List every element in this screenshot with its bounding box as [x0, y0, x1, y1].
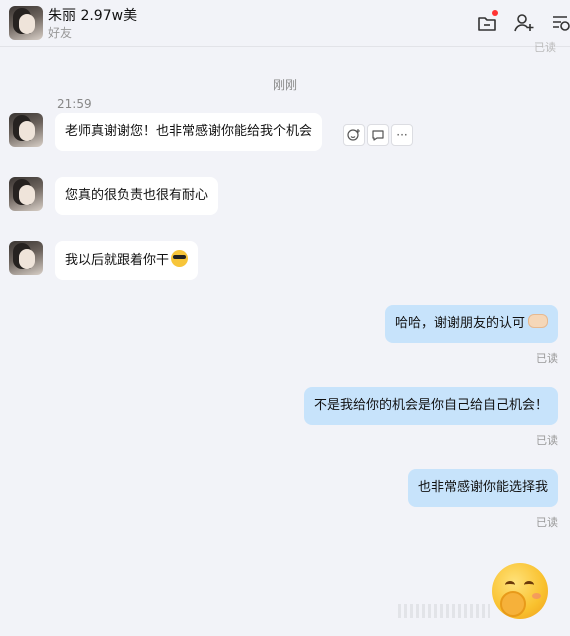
shy-emoji-sticker-icon[interactable] [492, 563, 548, 619]
outgoing-message[interactable]: 不是我给你的机会是你自己给自己机会！ [303, 387, 558, 425]
chat-header: 朱丽 2.97w美 好友 已读 [0, 0, 570, 54]
message-text: 我以后就跟着你干 [65, 253, 170, 268]
add-friend-icon[interactable] [513, 12, 535, 34]
message-actions: ··· [343, 124, 415, 146]
contact-avatar[interactable] [9, 6, 43, 40]
incoming-message[interactable]: 您真的很负责也很有耐心 [55, 177, 219, 215]
read-status: 已读 [536, 352, 558, 365]
cool-emoji-icon [171, 250, 189, 267]
message-text: 您真的很负责也很有耐心 [65, 188, 209, 203]
folder-icon[interactable] [476, 10, 498, 34]
peek-read-status: 已读 [534, 41, 556, 54]
outgoing-message[interactable]: 哈哈，谢谢朋友的认可 [384, 305, 558, 343]
read-status: 已读 [536, 516, 558, 529]
message-time: 21:59 [57, 97, 92, 111]
handshake-emoji-icon [528, 314, 548, 328]
outgoing-message[interactable]: 也非常感谢你能选择我 [407, 469, 558, 507]
time-divider: 刚刚 [272, 78, 297, 92]
message-text: 不是我给你的机会是你自己给自己机会！ [313, 398, 548, 413]
contact-name[interactable]: 朱丽 2.97w美 [48, 5, 137, 25]
input-area-divider [398, 604, 490, 618]
sender-avatar[interactable] [9, 241, 43, 275]
notification-dot [492, 10, 498, 16]
sender-avatar[interactable] [9, 177, 43, 211]
reply-icon[interactable] [367, 124, 389, 146]
chat-list-icon[interactable] [550, 12, 570, 34]
relationship-label: 好友 [48, 26, 73, 40]
incoming-message[interactable]: 我以后就跟着你干 [55, 241, 199, 280]
sender-avatar[interactable] [9, 113, 43, 147]
read-status: 已读 [536, 434, 558, 447]
message-text: 也非常感谢你能选择我 [417, 480, 548, 495]
message-text: 哈哈，谢谢朋友的认可 [394, 316, 525, 331]
emoji-reaction-icon[interactable] [343, 124, 365, 146]
more-options-button[interactable]: ··· [391, 124, 413, 146]
message-text: 老师真谢谢您！也非常感谢你能给我个机会 [65, 124, 313, 139]
incoming-message[interactable]: 老师真谢谢您！也非常感谢你能给我个机会 [55, 113, 323, 151]
